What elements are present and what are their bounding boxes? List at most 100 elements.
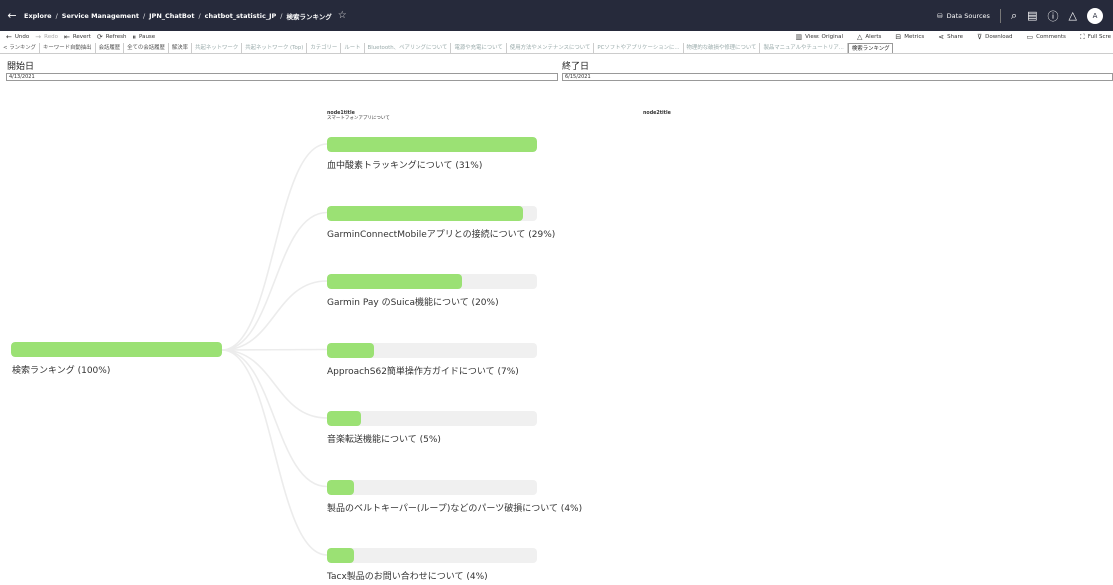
child-label: Tacx製品のお問い合わせについて (4%) [327, 572, 488, 582]
tab-keyword-extraction[interactable]: キーワード自動抽出 [40, 43, 96, 53]
tab-manual[interactable]: 製品マニュアルやチュートリア... [760, 43, 848, 53]
child-label: 音楽転送機能について (5%) [327, 435, 441, 445]
tab-usage[interactable]: 使用方法やメンテナンスについて [507, 43, 595, 53]
end-date-field[interactable]: 6/15/2021 [562, 73, 1113, 81]
tab-route[interactable]: ルート [341, 43, 365, 53]
data-sources-label: Data Sources [946, 11, 990, 20]
tab-cooccurrence-network-top[interactable]: 共起ネットワーク (Top) [242, 43, 308, 53]
child-bar-fill [327, 205, 524, 221]
crumb-separator: / [280, 11, 283, 20]
redo-button[interactable]: → Redo [35, 33, 58, 41]
view-original-button[interactable]: ▥ View: Original [796, 33, 844, 42]
child-label: ApproachS62簡単操作方ガイドについて (7%) [327, 366, 519, 377]
undo-label: Undo [14, 34, 30, 40]
tab-cooccurrence-network[interactable]: 共起ネットワーク [192, 43, 243, 53]
tab-ranking[interactable]: < ランキング [0, 43, 41, 53]
crumb-view: 検索ランキング [286, 12, 332, 21]
pause-button[interactable]: ⏸ Pause [133, 33, 156, 42]
child-label: 製品のベルトキーパー(ループ)などのパーツ破損について (4%) [327, 503, 583, 514]
avatar[interactable]: A [1087, 7, 1103, 24]
root-bar-fill [11, 342, 222, 357]
child-bar[interactable] [327, 411, 537, 426]
full-screen-button[interactable]: ⛶ Full Scre [1080, 33, 1111, 42]
comments-button[interactable]: ▭ Comments [1026, 33, 1065, 42]
column-1-header: node1title スマートフォンアプリについて [327, 111, 390, 121]
column-1-subtitle: スマートフォンアプリについて [327, 116, 390, 121]
refresh-button[interactable]: ⟳ Refresh [97, 33, 127, 41]
child-bar[interactable] [327, 548, 537, 563]
data-sources-button[interactable]: ⛁ Data Sources [937, 12, 990, 20]
help-icon[interactable]: ⓘ [1048, 8, 1059, 24]
redo-label: Redo [44, 34, 58, 40]
download-icon: ⊽ [976, 33, 983, 41]
notification-bell-icon[interactable]: △ [1069, 9, 1077, 22]
root-bar[interactable] [11, 342, 222, 357]
child-bar[interactable] [327, 205, 537, 221]
tab-category[interactable]: カテゴリー [307, 43, 342, 53]
refresh-icon: ⟳ [96, 33, 103, 41]
connector-line [221, 348, 328, 351]
recents-icon[interactable]: ▤ [1027, 9, 1037, 22]
crumb-separator: / [142, 11, 146, 20]
crumb-explore[interactable]: Explore [24, 12, 52, 20]
favorite-star-icon[interactable]: ☆ [338, 10, 347, 21]
crumb-service-management[interactable]: Service Management [62, 12, 139, 20]
alerts-button[interactable]: △ Alerts [857, 33, 881, 42]
view-toolbar: ← Undo → Redo ⇤ Revert ⟳ Refresh ⏸ Pause… [0, 31, 1113, 43]
metrics-label: Metrics [904, 34, 925, 40]
sheet-tabs: < ランキング キーワード自動抽出 会話履歴 全ての会話履歴 解決率 共起ネット… [0, 43, 1113, 54]
connector-line [221, 280, 328, 351]
refresh-label: Refresh [105, 34, 127, 40]
start-date-field[interactable]: 4/13/2021 [6, 73, 558, 81]
child-bar[interactable] [327, 342, 537, 358]
child-bar[interactable] [327, 479, 537, 495]
view-original-label: View: Original [805, 34, 844, 40]
child-bar-fill [327, 274, 463, 289]
root-label: 検索ランキング (100%) [12, 366, 111, 376]
redo-icon: → [35, 33, 42, 41]
child-bar[interactable] [327, 274, 537, 289]
child-bar-fill [327, 137, 537, 152]
tab-search-ranking[interactable]: 検索ランキング [847, 43, 894, 53]
end-date-label: 終了日 [562, 62, 590, 72]
tab-conversation-history[interactable]: 会話履歴 [96, 43, 125, 53]
column-2-header: node2title [643, 111, 671, 116]
connector-line [221, 211, 328, 351]
share-icon: ⋖ [938, 33, 945, 41]
share-button[interactable]: ⋖ Share [938, 33, 963, 42]
revert-label: Revert [72, 34, 91, 40]
crumb-project[interactable]: JPN_ChatBot [149, 12, 194, 20]
view-icon: ▥ [795, 33, 803, 41]
share-label: Share [947, 34, 963, 40]
alert-icon: △ [857, 33, 863, 41]
child-bar-fill [327, 479, 355, 495]
child-bar-fill [327, 411, 361, 426]
tab-physical-damage[interactable]: 物理的な破損や修理について [684, 43, 761, 53]
search-icon[interactable]: ⌕ [1011, 9, 1017, 23]
tab-bluetooth[interactable]: Bluetooth、ペアリングについて [365, 43, 452, 53]
crumb-separator: / [198, 11, 201, 20]
comment-icon: ▭ [1026, 33, 1034, 41]
start-date-label: 開始日 [7, 62, 35, 72]
download-button[interactable]: ⊽ Download [977, 33, 1012, 42]
tab-all-conversation-history[interactable]: 全ての会話履歴 [124, 43, 169, 53]
tab-resolution-rate[interactable]: 解決率 [169, 43, 193, 53]
pause-label: Pause [139, 34, 156, 40]
metrics-button[interactable]: ⊟ Metrics [895, 33, 924, 42]
tab-power[interactable]: 電源や充電について [451, 43, 507, 53]
child-bar-fill [327, 342, 375, 358]
database-icon: ⛁ [937, 11, 943, 20]
undo-button[interactable]: ← Undo [6, 33, 29, 41]
revert-button[interactable]: ⇤ Revert [64, 33, 91, 41]
connector-line [221, 349, 328, 488]
tab-pc-software[interactable]: PCソフトやアプリケーションに... [594, 43, 684, 53]
back-arrow-icon[interactable]: ← [0, 9, 24, 22]
child-label: Garmin Pay のSuica機能について (20%) [327, 298, 499, 308]
ranking-tree: node1title スマートフォンアプリについて node2title 検索ラ… [0, 95, 1113, 585]
crumb-workbook[interactable]: chatbot_statistic_JP [205, 12, 277, 20]
child-bar[interactable] [327, 137, 537, 152]
crumb-separator: / [55, 11, 58, 20]
download-label: Download [985, 34, 1013, 40]
alerts-label: Alerts [865, 34, 882, 40]
breadcrumb: Explore / Service Management / JPN_ChatB… [24, 11, 332, 21]
